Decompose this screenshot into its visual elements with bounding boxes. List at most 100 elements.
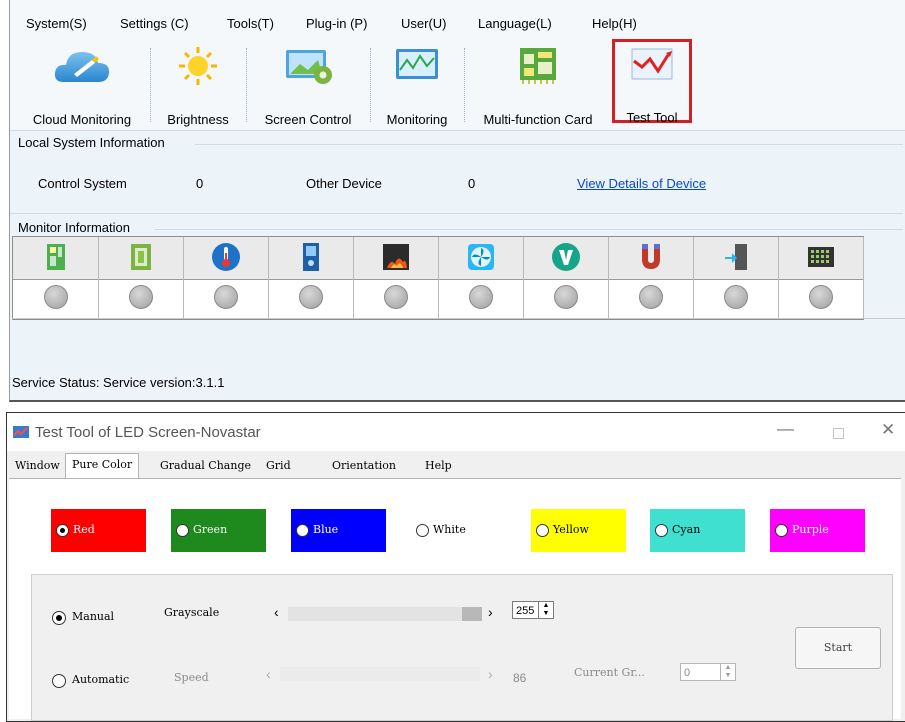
window-title: Test Tool of LED Screen-Novastar: [35, 424, 261, 441]
divider: [195, 144, 903, 145]
tab-help[interactable]: Help: [419, 455, 458, 477]
radio-icon: [655, 524, 668, 537]
thermometer-icon: [211, 242, 241, 272]
speed-value: 86: [513, 671, 527, 685]
menu-language[interactable]: Language(L): [478, 16, 552, 31]
service-status: Service Status: Service version:3.1.1: [12, 375, 225, 390]
status-indicator: [298, 285, 323, 309]
divider: [155, 229, 903, 230]
toolbar-label: Cloud Monitoring: [32, 112, 132, 127]
minimize-icon[interactable]: —: [777, 419, 794, 439]
menu-plugin[interactable]: Plug-in (P): [306, 16, 367, 31]
multi-function-card-button[interactable]: Multi-function Card: [470, 40, 606, 127]
screen-control-button[interactable]: Screen Control: [252, 40, 364, 127]
radio-icon: [56, 524, 69, 537]
title-bar: Test Tool of LED Screen-Novastar — ✕: [7, 413, 905, 451]
menu-tools[interactable]: Tools(T): [227, 16, 274, 31]
view-details-link[interactable]: View Details of Device: [577, 176, 706, 191]
local-system-info-title: Local System Information: [18, 135, 165, 150]
control-system-value: 0: [196, 176, 204, 191]
module-icon: [126, 242, 156, 272]
monitor-column-smoke: [353, 237, 439, 319]
color-option-white[interactable]: White: [411, 509, 506, 552]
status-indicator: [128, 285, 153, 309]
status-indicator: [638, 285, 663, 309]
monitor-column-led-grid: [778, 237, 864, 319]
color-option-yellow[interactable]: Yellow: [531, 509, 626, 552]
current-gray-spin-arrows-icon: ▲ ▼: [720, 663, 736, 681]
status-indicator: [213, 285, 238, 309]
tab-grid[interactable]: Grid: [260, 455, 297, 477]
sun-icon: [168, 46, 228, 86]
maximize-icon[interactable]: [833, 428, 844, 439]
slider-left-arrow-icon[interactable]: ‹: [274, 604, 279, 620]
monitor-chart-icon: [387, 46, 447, 86]
automatic-radio[interactable]: [52, 674, 66, 688]
manual-radio[interactable]: [52, 611, 66, 625]
color-label: Yellow: [553, 523, 589, 536]
radio-icon: [775, 524, 788, 537]
status-indicator: [383, 285, 408, 309]
monitor-gear-icon: [278, 46, 338, 86]
monitoring-button[interactable]: Monitoring: [376, 40, 458, 127]
brightness-button[interactable]: Brightness: [156, 40, 240, 127]
color-label: Purple: [792, 523, 829, 536]
menu-user[interactable]: User(U): [401, 16, 447, 31]
divider: [12, 318, 905, 319]
tab-gradual-change[interactable]: Gradual Change: [154, 455, 257, 477]
color-option-red[interactable]: Red: [51, 509, 146, 552]
other-device-value: 0: [468, 176, 476, 191]
radio-icon: [536, 524, 549, 537]
start-button[interactable]: Start: [795, 627, 881, 669]
color-label: Blue: [313, 523, 339, 536]
tab-window[interactable]: Window: [9, 455, 66, 477]
magnet-icon: [636, 242, 666, 272]
menu-settings[interactable]: Settings (C): [120, 16, 189, 31]
test-tool-button[interactable]: Test Tool: [612, 39, 692, 125]
grayscale-label: Grayscale: [164, 606, 220, 619]
radio-icon: [176, 524, 189, 537]
other-device-label: Other Device: [306, 176, 382, 191]
toolbar-label: Screen Control: [264, 112, 352, 127]
toolbar: Cloud Monitoring Brightness Screen Contr…: [10, 34, 905, 131]
speed-slider: [280, 667, 480, 681]
door-icon: [721, 242, 751, 272]
color-option-purple[interactable]: Purple: [770, 509, 865, 552]
grayscale-slider[interactable]: [288, 607, 482, 621]
speed-label: Speed: [174, 671, 209, 684]
grayscale-spinbox[interactable]: 255 ▲ ▼: [512, 601, 554, 619]
pure-color-panel: Red Green Blue White Yellow Cyan Purple: [9, 478, 901, 721]
voltage-icon: [551, 242, 581, 272]
monitor-column-fan: [438, 237, 524, 319]
monitor-info-title: Monitor Information: [18, 220, 130, 235]
spin-arrows-icon[interactable]: ▲ ▼: [538, 602, 553, 618]
test-chart-icon: [622, 45, 682, 85]
cabinet-icon: [296, 242, 326, 272]
color-option-blue[interactable]: Blue: [291, 509, 386, 552]
monitor-column-module: [98, 237, 184, 319]
led-grid-icon: [806, 242, 836, 272]
cloud-monitoring-button[interactable]: Cloud Monitoring: [18, 40, 146, 127]
menu-help[interactable]: Help(H): [592, 16, 637, 31]
tab-orientation[interactable]: Orientation: [326, 455, 402, 477]
color-option-cyan[interactable]: Cyan: [650, 509, 745, 552]
divider: [10, 213, 903, 214]
tab-pure-color[interactable]: Pure Color: [65, 453, 140, 478]
toolbar-label: Multi-function Card: [483, 112, 593, 127]
toolbar-label: Test Tool: [626, 110, 678, 125]
grayscale-slider-thumb[interactable]: [462, 607, 482, 621]
manual-label: Manual: [72, 610, 115, 623]
speed-left-arrow-icon: ‹: [266, 666, 271, 682]
speed-right-arrow-icon: ›: [488, 666, 493, 682]
slider-right-arrow-icon[interactable]: ›: [488, 604, 493, 620]
control-system-label: Control System: [38, 176, 127, 191]
status-indicator: [468, 285, 493, 309]
toolbar-separator: [370, 48, 372, 122]
monitor-table: [12, 236, 864, 320]
color-option-green[interactable]: Green: [171, 509, 266, 552]
toolbar-label: Brightness: [167, 112, 229, 127]
status-indicator: [43, 285, 68, 309]
close-icon[interactable]: ✕: [881, 420, 895, 440]
receiving-card-icon: [41, 242, 71, 272]
menu-system[interactable]: System(S): [26, 16, 87, 31]
